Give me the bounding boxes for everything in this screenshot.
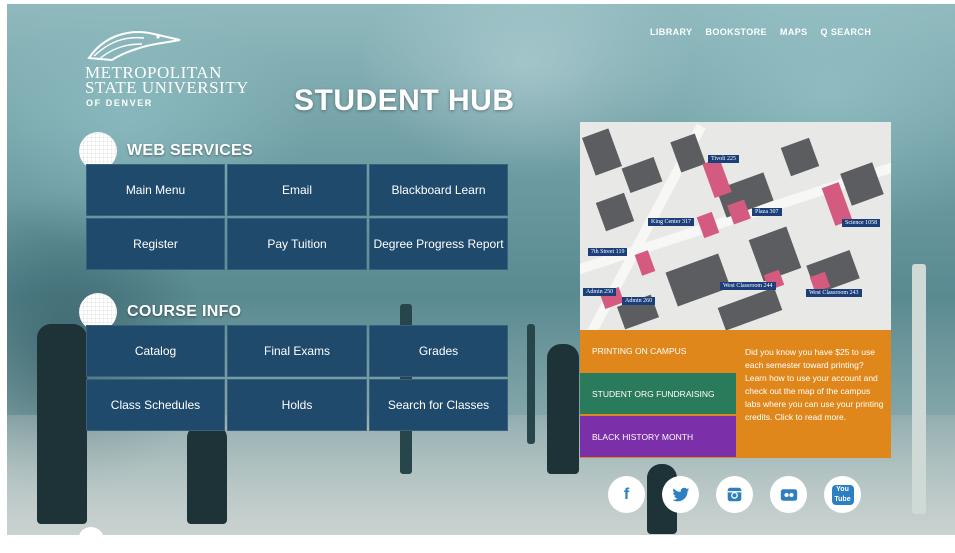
register-button[interactable]: Register bbox=[86, 218, 225, 270]
map-building bbox=[582, 128, 622, 176]
web-services-grid: Main Menu Email Blackboard Learn Registe… bbox=[86, 164, 508, 270]
map-building bbox=[665, 253, 731, 307]
map-label: Admin 250 bbox=[583, 288, 617, 296]
final-exams-button[interactable]: Final Exams bbox=[227, 325, 367, 377]
next-section-circle-icon bbox=[78, 527, 104, 553]
map-building bbox=[780, 137, 820, 177]
map-label: Plaza 307 bbox=[752, 208, 782, 216]
catalog-button[interactable]: Catalog bbox=[86, 325, 225, 377]
twitter-icon[interactable] bbox=[662, 476, 699, 513]
facebook-icon[interactable]: f bbox=[608, 476, 645, 513]
grades-button[interactable]: Grades bbox=[369, 325, 508, 377]
holds-button[interactable]: Holds bbox=[227, 379, 367, 431]
nav-bookstore-link[interactable]: BOOKSTORE bbox=[705, 27, 766, 37]
class-schedules-button[interactable]: Class Schedules bbox=[86, 379, 225, 431]
roadrunner-logo-icon bbox=[87, 31, 181, 62]
pay-tuition-button[interactable]: Pay Tuition bbox=[227, 218, 367, 270]
instagram-glyph bbox=[727, 487, 742, 502]
degree-progress-report-button[interactable]: Degree Progress Report bbox=[369, 218, 508, 270]
course-info-grid: Catalog Final Exams Grades Class Schedul… bbox=[86, 325, 508, 431]
search-for-classes-button[interactable]: Search for Classes bbox=[369, 379, 508, 431]
map-label: Tivoli 225 bbox=[708, 155, 739, 163]
map-highlight-building bbox=[702, 158, 732, 198]
map-highlight-building bbox=[634, 250, 656, 276]
map-building bbox=[595, 192, 635, 232]
page-title: STUDENT HUB bbox=[294, 84, 515, 117]
student-figure bbox=[547, 344, 579, 474]
twitter-glyph bbox=[671, 487, 689, 501]
course-info-title: COURSE INFO bbox=[127, 303, 242, 320]
map-label: 7th Street 119 bbox=[588, 248, 628, 256]
facebook-glyph: f bbox=[623, 485, 630, 503]
main-menu-button[interactable]: Main Menu bbox=[86, 164, 225, 216]
map-label: West Classroom 244 bbox=[720, 282, 776, 290]
email-button[interactable]: Email bbox=[227, 164, 367, 216]
student-figure bbox=[37, 324, 87, 524]
flickr-glyph bbox=[780, 488, 797, 501]
top-navigation: LIBRARY BOOKSTORE MAPS Q SEARCH bbox=[650, 27, 871, 37]
map-label: West Classroom 243 bbox=[806, 289, 862, 297]
map-building bbox=[717, 287, 783, 330]
nav-maps-link[interactable]: MAPS bbox=[780, 27, 808, 37]
map-label: King Center 317 bbox=[648, 218, 694, 226]
student-figure bbox=[187, 424, 227, 524]
web-services-title: WEB SERVICES bbox=[127, 142, 253, 159]
logo-text-line3: OF DENVER bbox=[86, 98, 153, 108]
youtube-icon[interactable]: You Tube bbox=[824, 476, 861, 513]
blackboard-learn-button[interactable]: Blackboard Learn bbox=[369, 164, 508, 216]
instagram-icon[interactable] bbox=[716, 476, 753, 513]
map-label: Science 1058 bbox=[842, 219, 881, 227]
promo-description[interactable]: Did you know you have $25 to use each se… bbox=[745, 346, 885, 424]
promo-printing-on-campus[interactable]: PRINTING ON CAMPUS bbox=[580, 330, 736, 371]
youtube-glyph: You Tube bbox=[831, 484, 854, 505]
tree-trunk bbox=[912, 264, 926, 514]
flickr-icon[interactable] bbox=[770, 476, 807, 513]
map-label: Admin 260 bbox=[622, 297, 656, 305]
nav-search-link[interactable]: Q SEARCH bbox=[821, 27, 872, 37]
promo-student-org-fundraising[interactable]: STUDENT ORG FUNDRAISING bbox=[580, 373, 736, 414]
page: METROPOLITAN STATE UNIVERSITY OF DENVER … bbox=[0, 0, 955, 553]
promo-black-history-month[interactable]: BLACK HISTORY MONTH bbox=[580, 416, 736, 457]
promo-panel: PRINTING ON CAMPUS STUDENT ORG FUNDRAISI… bbox=[580, 330, 891, 458]
social-links: f You Tube bbox=[608, 476, 861, 513]
nav-library-link[interactable]: LIBRARY bbox=[650, 27, 692, 37]
logo-text-line2: STATE UNIVERSITY bbox=[85, 78, 249, 97]
tree-trunk bbox=[527, 324, 535, 444]
campus-map[interactable]: Tivoli 225 King Center 317 Plaza 307 Sci… bbox=[580, 122, 891, 330]
map-building bbox=[621, 156, 663, 194]
